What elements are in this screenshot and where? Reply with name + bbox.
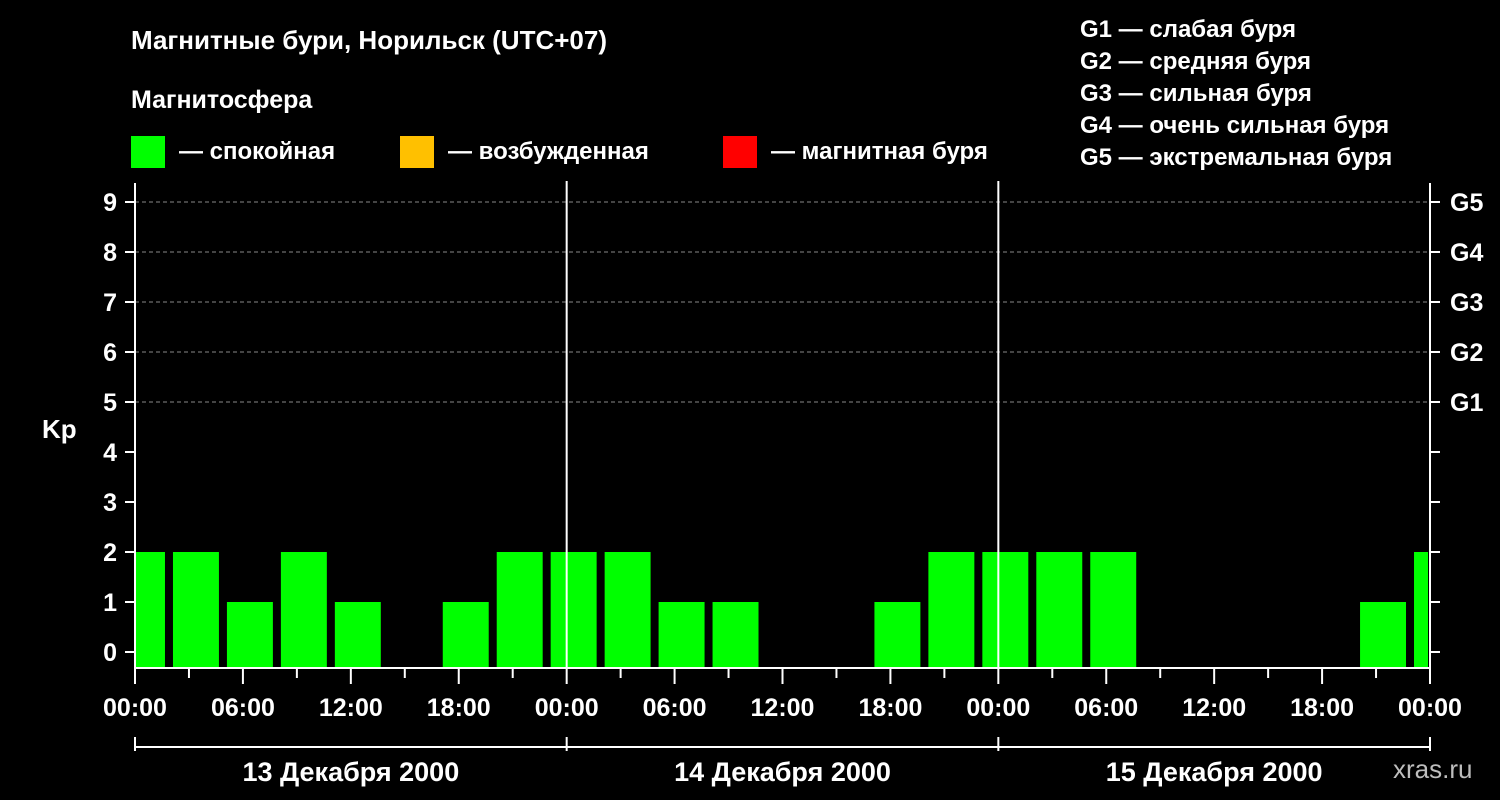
day-label: 13 Декабря 2000: [242, 757, 459, 787]
storm-level-label: G2: [1450, 339, 1483, 367]
kp-bar: [658, 602, 705, 668]
kp-bar: [172, 552, 219, 668]
x-tick-label: 06:00: [643, 694, 707, 722]
storm-level-label: G3: [1450, 289, 1483, 317]
kp-bar: [712, 602, 759, 668]
storm-level-label: G1: [1450, 389, 1483, 417]
x-tick-label: 00:00: [103, 694, 167, 722]
x-tick-label: 00:00: [966, 694, 1030, 722]
kp-bar: [1360, 602, 1407, 668]
kp-bar: [280, 552, 327, 668]
x-tick-label: 12:00: [751, 694, 815, 722]
axis-labels: 0 1 2 3 4 5 6 7 8 9 G1 G2 G3 G4 G5 Kp 00:00 06:00 12:00 18:…: [42, 189, 1483, 787]
site-watermark: xras.ru: [1393, 754, 1473, 784]
kp-bar: [442, 602, 489, 668]
y-tick-label: 1: [103, 589, 117, 617]
y-tick-label: 0: [103, 639, 117, 667]
x-tick-label: 06:00: [1074, 694, 1138, 722]
grid-lines: [135, 181, 1430, 668]
x-tick-label: 12:00: [319, 694, 383, 722]
day-label: 14 Декабря 2000: [674, 757, 891, 787]
kp-bar: [1090, 552, 1137, 668]
y-axis-label: Kp: [42, 414, 77, 444]
y-tick-label: 7: [103, 289, 117, 317]
y-tick-label: 8: [103, 239, 117, 267]
kp-bar: [1036, 552, 1083, 668]
kp-bar: [928, 552, 975, 668]
y-tick-label: 9: [103, 189, 117, 217]
kp-bar: [874, 602, 921, 668]
x-tick-label: 12:00: [1182, 694, 1246, 722]
x-tick-label: 18:00: [427, 694, 491, 722]
kp-bar: [334, 602, 381, 668]
x-tick-label: 18:00: [858, 694, 922, 722]
kp-bar: [496, 552, 543, 668]
kp-bars: [135, 552, 1428, 668]
kp-bar: [135, 552, 165, 668]
kp-bar: [226, 602, 273, 668]
y-tick-label: 2: [103, 539, 117, 567]
magnetic-storm-chart-panel: Магнитные бури, Норильск (UTC+07) Магнит…: [0, 0, 1500, 800]
y-tick-label: 6: [103, 339, 117, 367]
storm-level-label: G5: [1450, 189, 1483, 217]
y-tick-label: 4: [103, 439, 117, 467]
x-tick-label: 06:00: [211, 694, 275, 722]
y-tick-label: 3: [103, 489, 117, 517]
storm-level-label: G4: [1450, 239, 1483, 267]
x-tick-label: 18:00: [1290, 694, 1354, 722]
y-tick-label: 5: [103, 389, 117, 417]
kp-bar: [604, 552, 651, 668]
kp-bar: [550, 552, 597, 668]
kp-index-chart: 0 1 2 3 4 5 6 7 8 9 G1 G2 G3 G4 G5 Kp 00:00 06:00 12:00 18:…: [42, 181, 1483, 787]
kp-bar: [982, 552, 1029, 668]
day-label: 15 Декабря 2000: [1106, 757, 1323, 787]
x-tick-label: 00:00: [1398, 694, 1462, 722]
x-tick-label: 00:00: [535, 694, 599, 722]
kp-bar: [1414, 552, 1428, 668]
